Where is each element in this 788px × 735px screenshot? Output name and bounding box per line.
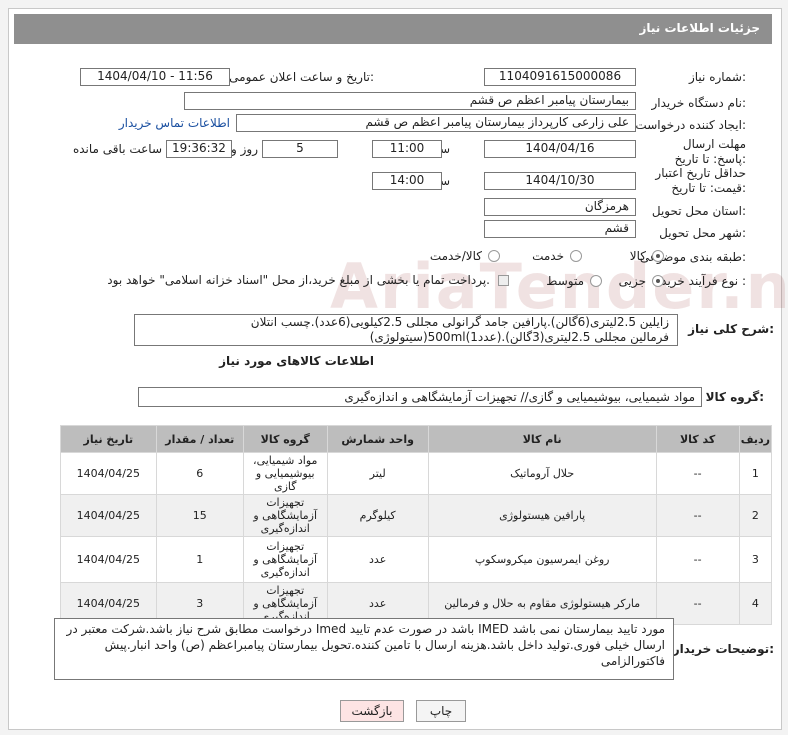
- buyer-notes-label: توضیحات خریدار:: [672, 642, 774, 656]
- general-desc-line-1: زایلین 2.5لیتری(6گالن).پارافین جامد گران…: [250, 315, 669, 329]
- header-goods-name: نام کالا: [427, 425, 657, 453]
- category-radio-service[interactable]: [570, 250, 582, 262]
- process-option-minor: جزیی: [618, 274, 646, 288]
- days-label: روز و: [231, 142, 258, 156]
- province-field[interactable]: هرمزگان: [484, 198, 636, 216]
- requester-field[interactable]: علی زارعی کارپرداز بیمارستان پیامبر اعظم…: [236, 114, 636, 132]
- cell-group: تجهیزات آزمایشگاهی و اندازه‌گیری: [242, 494, 328, 537]
- table-row[interactable]: 1404/04/25 6 مواد شیمیایی، بیوشیمیایی و …: [60, 452, 773, 495]
- treasury-payment-note: پرداخت تمام یا بخشی از مبلغ خرید،از محل …: [107, 273, 490, 287]
- announce-date-label: تاریخ و ساعت اعلان عمومی:: [229, 70, 374, 84]
- cell-name: روغن ایمرسیون میکروسکوپ: [427, 536, 657, 583]
- header-row-number: ردیف: [738, 425, 773, 453]
- treasury-payment-checkbox[interactable]: [498, 275, 509, 286]
- cell-unit: عدد: [326, 536, 429, 583]
- category-option-goods-service: کالا/خدمت: [429, 249, 482, 263]
- table-row[interactable]: 1404/04/25 15 تجهیزات آزمایشگاهی و انداز…: [60, 494, 773, 537]
- remaining-label: ساعت باقی مانده: [72, 142, 162, 156]
- buyer-notes-line-2: ارسال خیلی فوری.تولید داخل باشد.هزینه ار…: [104, 638, 665, 652]
- category-radio-goods[interactable]: [652, 250, 664, 262]
- cell-qty: 1: [155, 536, 244, 583]
- cell-row: 1: [738, 452, 773, 495]
- reply-days-field[interactable]: 5: [262, 140, 338, 158]
- price-validity-date-field[interactable]: 1404/10/30: [484, 172, 636, 190]
- cell-code: --: [655, 494, 740, 537]
- cell-unit: لیتر: [326, 452, 429, 495]
- requester-label: ایجاد کننده درخواست:: [635, 118, 746, 132]
- general-desc-field[interactable]: زایلین 2.5لیتری(6گالن).پارافین جامد گران…: [134, 314, 678, 346]
- items-table: تاریخ نیاز تعداد / مقدار گروه کالا واحد …: [60, 425, 773, 625]
- goods-group-label: گروه کالا:: [705, 390, 764, 404]
- goods-info-title: اطلاعات کالاهای مورد نیاز: [219, 354, 374, 368]
- header-goods-group: گروه کالا: [242, 425, 328, 453]
- cell-date: 1404/04/25: [60, 536, 157, 583]
- remaining-time-field[interactable]: 19:36:32: [166, 140, 232, 158]
- cell-name: پارافین هیستولوژی: [427, 494, 657, 537]
- table-header-row: تاریخ نیاز تعداد / مقدار گروه کالا واحد …: [60, 425, 773, 453]
- header-need-date: تاریخ نیاز: [60, 425, 157, 453]
- process-radio-medium[interactable]: [590, 275, 602, 287]
- buyer-notes-field[interactable]: درخواست مطابق شرح نیاز باشد.شرکت معتبر د…: [54, 618, 674, 680]
- reply-deadline-label: مهلت ارسال پاسخ: تا تاریخ:: [674, 137, 746, 166]
- goods-group-field[interactable]: مواد شیمیایی، بیوشیمیایی و گازی// تجهیزا…: [138, 387, 702, 407]
- cell-date: 1404/04/25: [60, 452, 157, 495]
- back-button[interactable]: بازگشت: [340, 700, 404, 722]
- announce-date-field[interactable]: 1404/04/10 - 11:56: [80, 68, 230, 86]
- category-option-goods: کالا: [629, 249, 646, 263]
- cell-name: حلال آروماتیک: [427, 452, 657, 495]
- general-desc-line-2: (سیتولوژی)500ml(1عدد).فرمالین مجللی 2.5ل…: [369, 330, 669, 344]
- buyer-org-field[interactable]: بیمارستان پیامبر اعظم ص قشم: [184, 92, 636, 110]
- reply-date-field[interactable]: 1404/04/16: [484, 140, 636, 158]
- category-radio-goods-service[interactable]: [488, 250, 500, 262]
- header-goods-code: کد کالا: [655, 425, 740, 453]
- cell-qty: 15: [155, 494, 244, 537]
- province-label: استان محل تحویل:: [651, 204, 746, 218]
- need-number-field[interactable]: 1104091615000086: [484, 68, 636, 86]
- cell-row: 4: [738, 582, 773, 625]
- buyer-notes-line-3: فاکتورالزامی: [600, 654, 665, 668]
- general-desc-label: شرح کلی نیاز:: [688, 322, 774, 336]
- cell-qty: 6: [155, 452, 244, 495]
- header-unit: واحد شمارش: [326, 425, 429, 453]
- print-button[interactable]: چاپ: [416, 700, 466, 722]
- page-title: جزئیات اطلاعات نیاز: [639, 21, 760, 35]
- table-row[interactable]: 1404/04/25 1 تجهیزات آزمایشگاهی و اندازه…: [60, 536, 773, 583]
- cell-date: 1404/04/25: [60, 494, 157, 537]
- cell-code: --: [655, 452, 740, 495]
- buyer-notes-line-1: درخواست مطابق شرح نیاز باشد.شرکت معتبر د…: [66, 622, 665, 636]
- buyer-contact-link[interactable]: اطلاعات تماس خریدار: [119, 116, 230, 130]
- cell-group: مواد شیمیایی، بیوشیمیایی و گازی: [242, 452, 328, 495]
- cell-row: 2: [738, 494, 773, 537]
- city-label: شهر محل تحویل:: [659, 226, 746, 240]
- process-option-medium: متوسط: [546, 274, 584, 288]
- price-validity-time-field[interactable]: 14:00: [372, 172, 442, 190]
- header-quantity: تعداد / مقدار: [155, 425, 244, 453]
- cell-row: 3: [738, 536, 773, 583]
- process-radio-minor[interactable]: [652, 275, 664, 287]
- buyer-org-label: نام دستگاه خریدار:: [651, 96, 747, 110]
- city-field[interactable]: قشم: [484, 220, 636, 238]
- price-validity-label: حداقل تاریخ اعتبار قیمت: تا تاریخ:: [655, 166, 746, 195]
- category-option-service: خدمت: [532, 249, 564, 263]
- cell-unit: کیلوگرم: [326, 494, 429, 537]
- cell-code: --: [655, 536, 740, 583]
- need-number-label: شماره نیاز:: [688, 70, 746, 84]
- process-type-label: نوع فرآیند خرید :: [661, 274, 746, 288]
- page-header: جزئیات اطلاعات نیاز: [14, 14, 772, 44]
- reply-time-field[interactable]: 11:00: [372, 140, 442, 158]
- cell-group: تجهیزات آزمایشگاهی و اندازه‌گیری: [242, 536, 328, 583]
